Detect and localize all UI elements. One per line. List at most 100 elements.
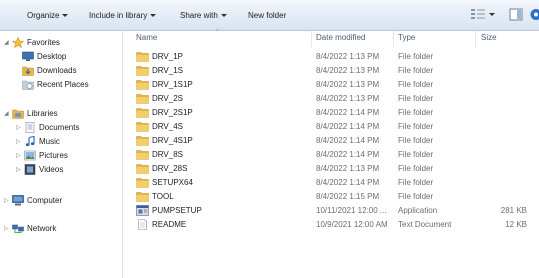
file-date-modified: 8/4/2022 1:14 PM xyxy=(316,136,380,145)
file-date-modified: 8/4/2022 1:14 PM xyxy=(316,108,380,117)
collapsed-arrow-icon: ▷ xyxy=(4,226,9,232)
file-row[interactable]: DRV_8S 8/4/2022 1:14 PM File folder xyxy=(136,148,539,162)
file-type: File folder xyxy=(398,178,434,187)
nav-pictures[interactable]: ▷ Pictures xyxy=(16,150,118,162)
nav-videos[interactable]: ▷ Videos xyxy=(16,164,118,176)
file-row[interactable]: TOOL 8/4/2022 1:15 PM File folder xyxy=(136,190,539,204)
new-folder-button[interactable]: New folder xyxy=(248,11,286,20)
include-in-library-menu[interactable]: Include in library xyxy=(89,11,157,20)
column-divider[interactable] xyxy=(393,31,394,47)
file-name: SETUPX64 xyxy=(152,178,193,187)
folder-icon xyxy=(136,164,149,174)
nav-music-label: Music xyxy=(39,137,60,146)
column-header-name[interactable]: Name xyxy=(136,33,157,42)
column-header-size[interactable]: Size xyxy=(481,33,497,42)
nav-recent-places[interactable]: Recent Places xyxy=(22,79,118,91)
folder-icon xyxy=(136,122,149,132)
nav-libraries[interactable]: ◢ Libraries xyxy=(4,108,118,120)
file-name: TOOL xyxy=(152,192,174,201)
file-date-modified: 8/4/2022 1:13 PM xyxy=(316,94,380,103)
file-row[interactable]: README 10/9/2021 12:00 AM Text Document … xyxy=(136,218,539,232)
change-view-button[interactable] xyxy=(470,8,500,23)
share-with-label: Share with xyxy=(180,11,218,20)
column-header-type[interactable]: Type xyxy=(398,33,415,42)
include-in-library-label: Include in library xyxy=(89,11,148,20)
computer-icon xyxy=(12,195,24,206)
file-type: File folder xyxy=(398,66,434,75)
nav-computer[interactable]: ▷ Computer xyxy=(4,195,118,207)
share-with-menu[interactable]: Share with xyxy=(180,11,227,20)
help-button[interactable] xyxy=(529,8,539,23)
preview-pane-icon xyxy=(509,8,523,21)
file-name: DRV_2S xyxy=(152,94,183,103)
nav-documents-label: Documents xyxy=(39,123,80,132)
nav-desktop-label: Desktop xyxy=(37,52,67,61)
chevron-down-icon xyxy=(220,14,227,17)
file-type: File folder xyxy=(398,80,434,89)
folder-icon xyxy=(136,178,149,188)
file-type: File folder xyxy=(398,94,434,103)
file-type: File folder xyxy=(398,192,434,201)
nav-music[interactable]: ▷ Music xyxy=(16,136,118,148)
folder-icon xyxy=(136,192,149,202)
column-divider[interactable] xyxy=(475,31,476,47)
file-row[interactable]: DRV_1S 8/4/2022 1:13 PM File folder xyxy=(136,64,539,78)
collapsed-arrow-icon: ▷ xyxy=(16,139,21,145)
organize-menu[interactable]: Organize xyxy=(27,11,69,20)
desktop-icon xyxy=(22,51,34,61)
text-document-icon xyxy=(138,219,147,230)
folder-icon xyxy=(136,136,149,146)
file-row[interactable]: SETUPX64 8/4/2022 1:14 PM File folder xyxy=(136,176,539,190)
star-icon xyxy=(12,37,24,48)
file-type: File folder xyxy=(398,108,434,117)
chevron-down-icon xyxy=(150,14,157,17)
chevron-down-icon xyxy=(489,13,495,16)
file-type: File folder xyxy=(398,150,434,159)
file-name: DRV_1S1P xyxy=(152,80,193,89)
folder-icon xyxy=(136,66,149,76)
file-date-modified: 8/4/2022 1:13 PM xyxy=(316,164,380,173)
new-folder-label: New folder xyxy=(248,11,287,20)
file-row[interactable]: DRV_4S1P 8/4/2022 1:14 PM File folder xyxy=(136,134,539,148)
file-type: Text Document xyxy=(398,220,452,229)
collapsed-arrow-icon: ▷ xyxy=(16,167,21,173)
nav-documents[interactable]: ▷ Documents xyxy=(16,122,118,134)
nav-network-label: Network xyxy=(27,224,57,233)
file-row[interactable]: DRV_28S 8/4/2022 1:13 PM File folder xyxy=(136,162,539,176)
nav-favorites[interactable]: ◢ Favorites xyxy=(4,37,118,49)
file-size: 281 KB xyxy=(500,206,527,215)
preview-pane-button[interactable] xyxy=(508,8,523,23)
videos-icon xyxy=(24,164,36,175)
file-type: Application xyxy=(398,206,438,215)
column-header-date-modified[interactable]: Date modified xyxy=(316,33,365,42)
file-name: DRV_1P xyxy=(152,52,183,61)
file-type: File folder xyxy=(398,164,434,173)
nav-desktop[interactable]: Desktop xyxy=(22,51,118,63)
chevron-down-icon xyxy=(62,14,69,17)
file-row[interactable]: DRV_4S 8/4/2022 1:14 PM File folder xyxy=(136,120,539,134)
file-row[interactable]: DRV_1S1P 8/4/2022 1:13 PM File folder xyxy=(136,78,539,92)
file-name: README xyxy=(152,220,187,229)
file-row[interactable]: DRV_2S 8/4/2022 1:13 PM File folder xyxy=(136,92,539,106)
column-divider[interactable] xyxy=(311,31,312,47)
file-row[interactable]: DRV_2S1P 8/4/2022 1:14 PM File folder xyxy=(136,106,539,120)
file-date-modified: 8/4/2022 1:15 PM xyxy=(316,192,380,201)
command-toolbar: Organize Include in library Share with N… xyxy=(0,0,539,31)
file-name: DRV_4S xyxy=(152,122,183,131)
nav-network[interactable]: ▷ Network xyxy=(4,223,118,235)
file-row[interactable]: PUMPSETUP 10/11/2021 12:00 ... Applicati… xyxy=(136,204,539,218)
documents-icon xyxy=(25,122,35,133)
navigation-pane: ◢ Favorites Desktop Downloads Recent Pla… xyxy=(0,31,123,278)
column-header-row: ^ Name Date modified Type Size xyxy=(124,29,539,47)
nav-downloads[interactable]: Downloads xyxy=(22,65,118,77)
view-options-icon xyxy=(471,9,485,19)
collapsed-arrow-icon: ▷ xyxy=(4,198,9,204)
file-date-modified: 10/11/2021 12:00 ... xyxy=(316,206,387,215)
file-type: File folder xyxy=(398,122,434,131)
help-icon xyxy=(530,9,539,20)
downloads-icon xyxy=(22,66,34,76)
collapsed-arrow-icon: ▷ xyxy=(16,125,21,131)
file-date-modified: 8/4/2022 1:14 PM xyxy=(316,178,380,187)
file-row[interactable]: DRV_1P 8/4/2022 1:13 PM File folder xyxy=(136,50,539,64)
file-list-pane: ^ Name Date modified Type Size DRV_1P 8/… xyxy=(124,29,539,278)
